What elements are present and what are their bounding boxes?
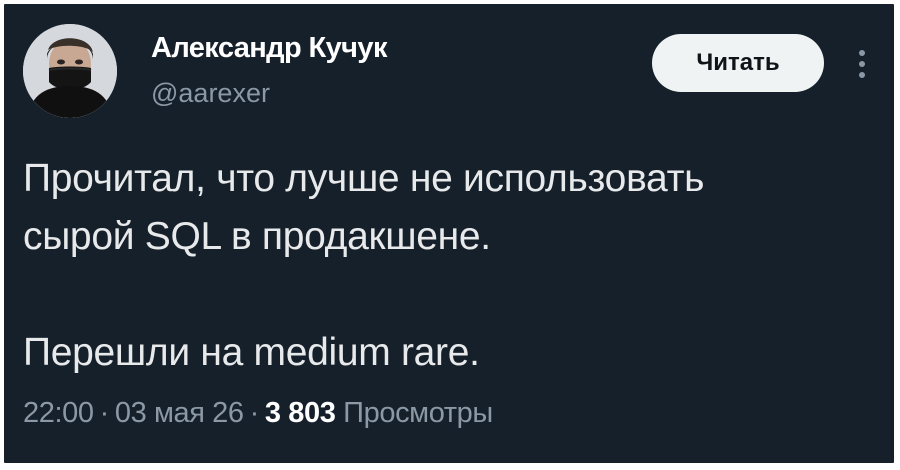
author-avatar[interactable] (23, 24, 117, 118)
meta-separator: · (249, 397, 260, 429)
tweet-date[interactable]: 03 мая 26 (115, 397, 244, 429)
tweet-text: Прочитал, что лучше не использовать сыро… (23, 150, 883, 382)
follow-button[interactable]: Читать (652, 34, 824, 92)
tweet-card: Александр Кучук @aarexer Читать Прочитал… (4, 4, 894, 463)
tweet-paragraph: Перешли на medium rare. (23, 331, 480, 374)
more-vertical-icon (859, 50, 865, 78)
views-count[interactable]: 3 803 (265, 397, 336, 429)
tweet-paragraph: Прочитал, что лучше не использовать сыро… (23, 157, 705, 258)
tweet-meta: 22:00 · 03 мая 26 · 3 803 Просмотры (23, 397, 493, 430)
tweet-time[interactable]: 22:00 (23, 397, 94, 429)
more-options-button[interactable] (850, 44, 874, 84)
views-label[interactable]: Просмотры (343, 397, 493, 429)
avatar-image (23, 24, 117, 118)
author-display-name[interactable]: Александр Кучук (151, 32, 387, 65)
author-handle[interactable]: @aarexer (151, 78, 270, 109)
meta-separator: · (99, 397, 110, 429)
